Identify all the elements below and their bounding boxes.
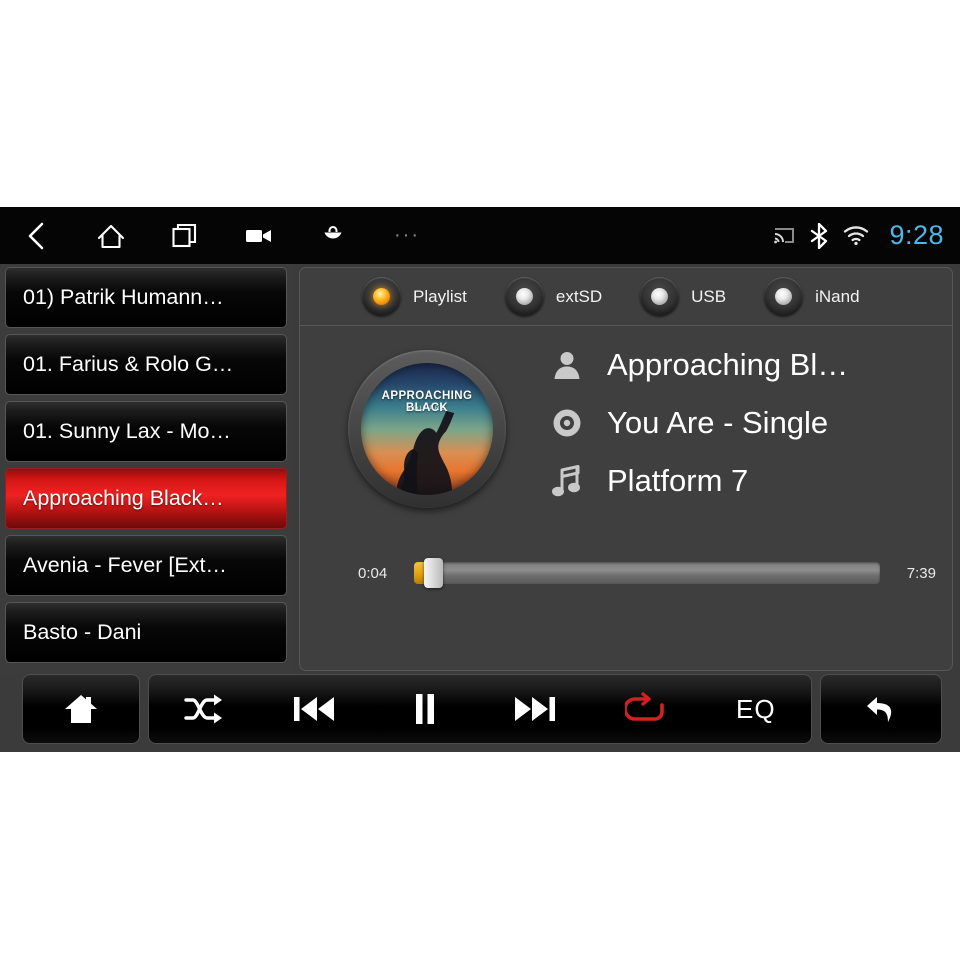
- album-art[interactable]: APPROACHING BLACK YOU ARE: [348, 350, 506, 508]
- home-button[interactable]: [23, 675, 139, 743]
- album-disc-icon: [545, 407, 589, 439]
- led-indicator-icon: [504, 277, 544, 316]
- wifi-icon: [843, 225, 869, 246]
- player-panel: Playlist extSD USB iNand APPROACHING BLA…: [299, 267, 953, 671]
- playlist-item-label: 01. Farius & Rolo G…: [23, 352, 234, 376]
- metadata-row-track: Platform 7: [545, 452, 945, 510]
- seek-bar-thumb[interactable]: [424, 558, 443, 588]
- eq-label: EQ: [736, 693, 776, 724]
- now-playing-area: APPROACHING BLACK YOU ARE Approaching Bl…: [300, 326, 952, 602]
- list-item[interactable]: 01. Sunny Lax - Mo…: [5, 401, 287, 462]
- list-item[interactable]: Basto - Dani: [5, 602, 287, 663]
- playlist-item-label: Basto - Dani: [23, 620, 142, 644]
- artist-name: Approaching Bl…: [607, 347, 849, 382]
- list-item[interactable]: 01) Patrik Humann…: [5, 267, 287, 328]
- album-art-image: APPROACHING BLACK YOU ARE: [361, 363, 493, 495]
- album-name: You Are - Single: [607, 405, 829, 440]
- home-icon[interactable]: [74, 207, 148, 264]
- next-button[interactable]: [480, 675, 590, 743]
- video-icon[interactable]: [222, 207, 296, 264]
- track-name: Platform 7: [607, 463, 749, 498]
- eq-button[interactable]: EQ: [701, 675, 811, 743]
- led-indicator-icon: [640, 277, 680, 316]
- playlist-item-label: 01) Patrik Humann…: [23, 285, 224, 309]
- playlist-panel[interactable]: 01) Patrik Humann… 01. Farius & Rolo G… …: [0, 264, 293, 674]
- bag-icon[interactable]: [296, 207, 370, 264]
- status-bar-tray: 9:28: [773, 207, 944, 264]
- transport-bar: EQ: [148, 674, 812, 744]
- playlist-item-label: Approaching Black…: [23, 486, 224, 510]
- status-bar-clock: 9:28: [889, 220, 944, 250]
- bluetooth-icon: [809, 222, 829, 249]
- progress-bar-row: 0:04 7:39: [300, 556, 952, 590]
- source-button-extsd[interactable]: extSD: [504, 277, 603, 316]
- source-selector: Playlist extSD USB iNand: [300, 268, 952, 326]
- playlist-item-label: Avenia - Fever [Ext…: [23, 553, 227, 577]
- back-bar: [820, 674, 942, 744]
- track-metadata: Approaching Bl… You Are - Single Platfor…: [545, 336, 945, 510]
- source-button-usb[interactable]: USB: [640, 277, 726, 316]
- list-item[interactable]: 01. Farius & Rolo G…: [5, 334, 287, 395]
- car-stereo-screen: ··· 9:28 01) Patrik Humann… 01. Farius &…: [0, 207, 960, 752]
- source-label: extSD: [555, 286, 603, 306]
- overflow-menu-icon[interactable]: ···: [370, 207, 444, 264]
- android-status-bar: ··· 9:28: [0, 207, 960, 264]
- metadata-row-artist: Approaching Bl…: [545, 336, 945, 394]
- recents-icon[interactable]: [148, 207, 222, 264]
- source-button-inand[interactable]: iNand: [764, 277, 860, 316]
- pause-button[interactable]: [370, 675, 480, 743]
- status-bar-nav-icons: ···: [0, 207, 444, 264]
- back-icon[interactable]: [0, 207, 74, 264]
- seek-bar[interactable]: [414, 558, 880, 588]
- back-button[interactable]: [821, 675, 941, 743]
- source-label: iNand: [815, 286, 860, 306]
- source-label: Playlist: [413, 286, 467, 306]
- cast-icon: [773, 226, 795, 246]
- music-note-icon: [545, 464, 589, 498]
- source-label: USB: [691, 286, 727, 306]
- previous-button[interactable]: [259, 675, 369, 743]
- shuffle-button[interactable]: [149, 675, 259, 743]
- silhouette-figure-icon: [394, 409, 472, 495]
- duration-time: 7:39: [906, 564, 936, 582]
- list-item-selected[interactable]: Approaching Black…: [5, 468, 287, 529]
- repeat-button[interactable]: [590, 675, 700, 743]
- home-bar: [22, 674, 140, 744]
- elapsed-time: 0:04: [358, 564, 388, 582]
- playlist-item-label: 01. Sunny Lax - Mo…: [23, 419, 231, 443]
- metadata-row-album: You Are - Single: [545, 394, 945, 452]
- source-button-playlist[interactable]: Playlist: [362, 277, 467, 316]
- overflow-dots: ···: [394, 224, 420, 246]
- led-indicator-icon: [764, 277, 804, 316]
- list-item[interactable]: Avenia - Fever [Ext…: [5, 535, 287, 596]
- artist-icon: [545, 349, 589, 381]
- album-art-subtitle: YOU ARE: [406, 405, 448, 412]
- led-indicator-icon: [362, 277, 401, 316]
